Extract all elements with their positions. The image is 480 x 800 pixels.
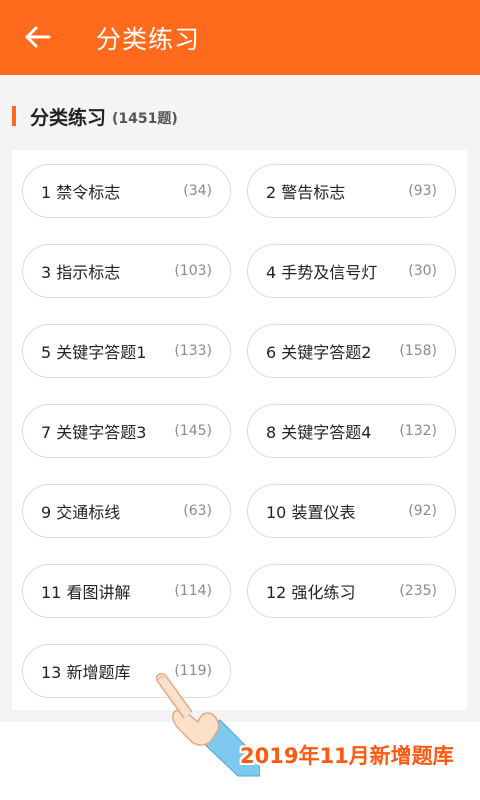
category-item-8[interactable]: 8 关键字答题4 (132): [247, 404, 456, 458]
section-header: 分类练习 (1451题): [12, 101, 178, 131]
category-count: (103): [174, 263, 212, 279]
category-item-2[interactable]: 2 警告标志 (93): [247, 164, 456, 218]
page-title: 分类练习: [96, 25, 201, 54]
category-count: (158): [399, 343, 437, 359]
category-count: (235): [399, 583, 437, 599]
category-item-7[interactable]: 7 关键字答题3 (145): [22, 404, 231, 458]
category-item-9[interactable]: 9 交通标线 (63): [22, 484, 231, 538]
category-item-5[interactable]: 5 关键字答题1 (133): [22, 324, 231, 378]
category-label: 9 交通标线: [41, 503, 121, 522]
section-accent-bar: [12, 106, 16, 126]
back-button[interactable]: [22, 22, 52, 52]
category-label: 7 关键字答题3: [41, 423, 147, 442]
promo-banner-text: 2019年11月新增题库: [240, 744, 454, 768]
category-label: 1 禁令标志: [41, 183, 121, 202]
category-item-11[interactable]: 11 看图讲解 (114): [22, 564, 231, 618]
category-grid: 1 禁令标志 (34) 2 警告标志 (93) 3 指示标志 (103) 4 手…: [22, 164, 456, 698]
app-bar: 分类练习: [0, 0, 480, 75]
category-item-10[interactable]: 10 装置仪表 (92): [247, 484, 456, 538]
section-title: 分类练习: [30, 106, 107, 129]
category-item-6[interactable]: 6 关键字答题2 (158): [247, 324, 456, 378]
section-total-count: (1451题): [112, 110, 178, 127]
category-count: (63): [183, 503, 212, 519]
category-item-1[interactable]: 1 禁令标志 (34): [22, 164, 231, 218]
category-label: 5 关键字答题1: [41, 343, 147, 362]
category-label: 8 关键字答题4: [266, 423, 372, 442]
category-count: (34): [183, 183, 212, 199]
category-label: 2 警告标志: [266, 183, 346, 202]
category-label: 12 强化练习: [266, 583, 356, 602]
category-item-12[interactable]: 12 强化练习 (235): [247, 564, 456, 618]
category-label: 13 新增题库: [41, 663, 131, 682]
category-count: (132): [399, 423, 437, 439]
category-label: 10 装置仪表: [266, 503, 356, 522]
category-label: 3 指示标志: [41, 263, 121, 282]
category-panel: 1 禁令标志 (34) 2 警告标志 (93) 3 指示标志 (103) 4 手…: [12, 150, 467, 710]
category-label: 11 看图讲解: [41, 583, 131, 602]
category-count: (133): [174, 343, 212, 359]
category-count: (145): [174, 423, 212, 439]
category-label: 6 关键字答题2: [266, 343, 372, 362]
category-label: 4 手势及信号灯: [266, 263, 378, 282]
category-count: (92): [408, 503, 437, 519]
category-count: (30): [408, 263, 437, 279]
category-item-3[interactable]: 3 指示标志 (103): [22, 244, 231, 298]
category-item-4[interactable]: 4 手势及信号灯 (30): [247, 244, 456, 298]
category-count: (114): [174, 583, 212, 599]
arrow-left-icon: [25, 26, 51, 48]
category-count: (93): [408, 183, 437, 199]
